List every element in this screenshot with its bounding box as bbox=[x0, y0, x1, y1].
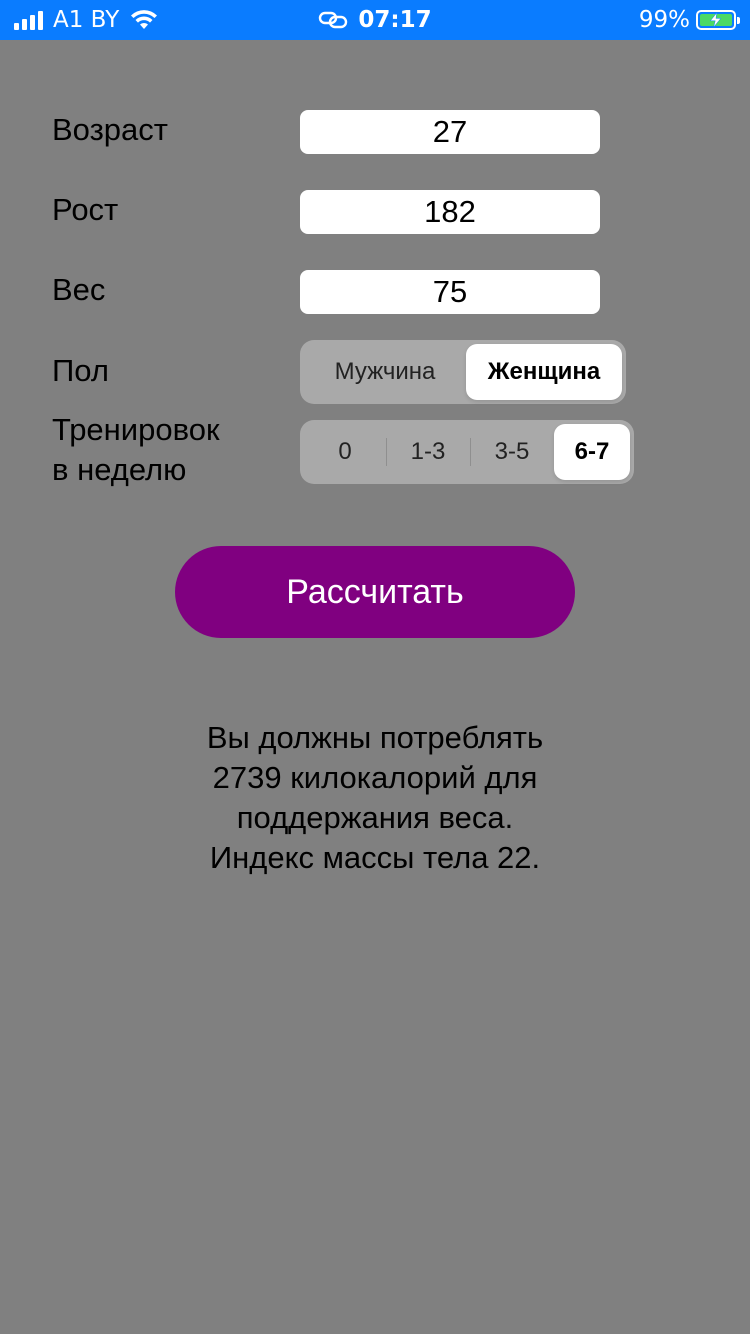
sex-label: Пол bbox=[52, 353, 109, 388]
height-input[interactable] bbox=[300, 190, 600, 234]
training-option-1-3[interactable]: 1-3 bbox=[386, 424, 470, 480]
training-option-6-7[interactable]: 6-7 bbox=[554, 424, 630, 480]
training-segmented-control[interactable]: 0 1-3 3-5 6-7 bbox=[300, 420, 634, 484]
battery-charging-icon bbox=[696, 10, 740, 30]
training-label-line1: Тренировок bbox=[52, 412, 220, 447]
sex-option-male[interactable]: Мужчина bbox=[304, 344, 466, 400]
status-bar: A1 BY 07:17 99% bbox=[0, 0, 750, 40]
result-line: Вы должны потреблять bbox=[206, 720, 544, 755]
age-label: Возраст bbox=[52, 112, 168, 147]
result-line: 2739 килокалорий для bbox=[212, 760, 538, 795]
result-text: Вы должны потреблять 2739 килокалорий дл… bbox=[100, 718, 650, 878]
sex-segmented-control[interactable]: Мужчина Женщина bbox=[300, 340, 626, 404]
result-line: поддержания веса. bbox=[236, 800, 514, 835]
height-label: Рост bbox=[52, 192, 119, 227]
status-center: 07:17 bbox=[0, 0, 750, 40]
weight-input[interactable] bbox=[300, 270, 600, 314]
training-label-line2: в неделю bbox=[52, 452, 187, 487]
training-option-0[interactable]: 0 bbox=[304, 424, 386, 480]
weight-label: Вес bbox=[52, 272, 106, 307]
clock: 07:17 bbox=[358, 7, 432, 33]
battery-percent: 99% bbox=[638, 7, 690, 33]
link-icon bbox=[319, 11, 348, 29]
bolt-icon bbox=[709, 12, 722, 28]
sex-option-female[interactable]: Женщина bbox=[466, 344, 622, 400]
status-right: 99% bbox=[638, 0, 740, 40]
training-option-3-5[interactable]: 3-5 bbox=[470, 424, 554, 480]
calculate-button[interactable]: Рассчитать bbox=[175, 546, 575, 638]
result-line: Индекс массы тела 22. bbox=[209, 840, 541, 875]
age-input[interactable] bbox=[300, 110, 600, 154]
